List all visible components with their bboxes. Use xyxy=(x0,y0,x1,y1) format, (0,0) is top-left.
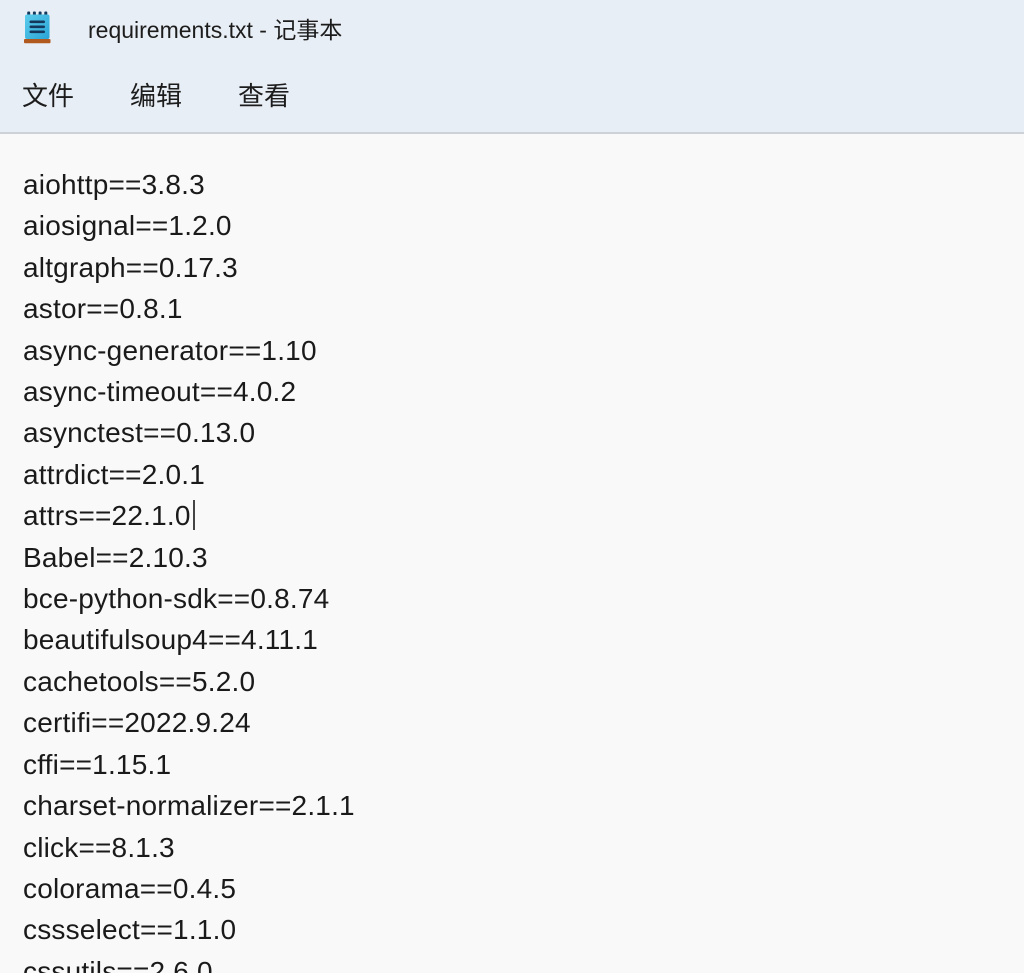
text-line[interactable]: aiohttp==3.8.3 xyxy=(23,164,1014,205)
menubar: 文件 编辑 查看 xyxy=(0,56,1024,132)
text-line[interactable]: async-generator==1.10 xyxy=(23,330,1014,371)
menu-view[interactable]: 查看 xyxy=(236,72,292,117)
text-line[interactable]: click==8.1.3 xyxy=(23,827,1014,868)
text-line[interactable]: async-timeout==4.0.2 xyxy=(23,371,1014,412)
text-line[interactable]: altgraph==0.17.3 xyxy=(23,247,1014,288)
text-line[interactable]: cssselect==1.1.0 xyxy=(23,909,1014,950)
text-line[interactable]: astor==0.8.1 xyxy=(23,288,1014,329)
window-chrome: requirements.txt - 记事本 文件 编辑 查看 xyxy=(0,0,1024,134)
notepad-icon xyxy=(22,10,52,46)
text-line[interactable]: beautifulsoup4==4.11.1 xyxy=(23,619,1014,660)
text-line[interactable]: asynctest==0.13.0 xyxy=(23,412,1014,453)
text-line[interactable]: bce-python-sdk==0.8.74 xyxy=(23,578,1014,619)
text-line[interactable]: Babel==2.10.3 xyxy=(23,537,1014,578)
text-line[interactable]: cssutils==2.6.0 xyxy=(23,951,1014,973)
text-line[interactable]: certifi==2022.9.24 xyxy=(23,702,1014,743)
menu-edit[interactable]: 编辑 xyxy=(128,72,184,117)
text-line[interactable]: attrdict==2.0.1 xyxy=(23,454,1014,495)
editor-lines: aiohttp==3.8.3aiosignal==1.2.0altgraph==… xyxy=(23,164,1014,973)
text-editor[interactable]: aiohttp==3.8.3aiosignal==1.2.0altgraph==… xyxy=(0,134,1024,973)
text-line[interactable]: cffi==1.15.1 xyxy=(23,744,1014,785)
text-line[interactable]: charset-normalizer==2.1.1 xyxy=(23,785,1014,826)
text-line[interactable]: attrs==22.1.0 xyxy=(23,495,1014,536)
text-line[interactable]: cachetools==5.2.0 xyxy=(23,661,1014,702)
window-title: requirements.txt - 记事本 xyxy=(88,11,342,45)
titlebar[interactable]: requirements.txt - 记事本 xyxy=(0,0,1024,56)
notepad-window: requirements.txt - 记事本 文件 编辑 查看 aiohttp=… xyxy=(0,0,1024,973)
text-caret xyxy=(193,500,195,530)
text-line[interactable]: colorama==0.4.5 xyxy=(23,868,1014,909)
menu-file[interactable]: 文件 xyxy=(20,72,76,117)
text-line[interactable]: aiosignal==1.2.0 xyxy=(23,205,1014,246)
